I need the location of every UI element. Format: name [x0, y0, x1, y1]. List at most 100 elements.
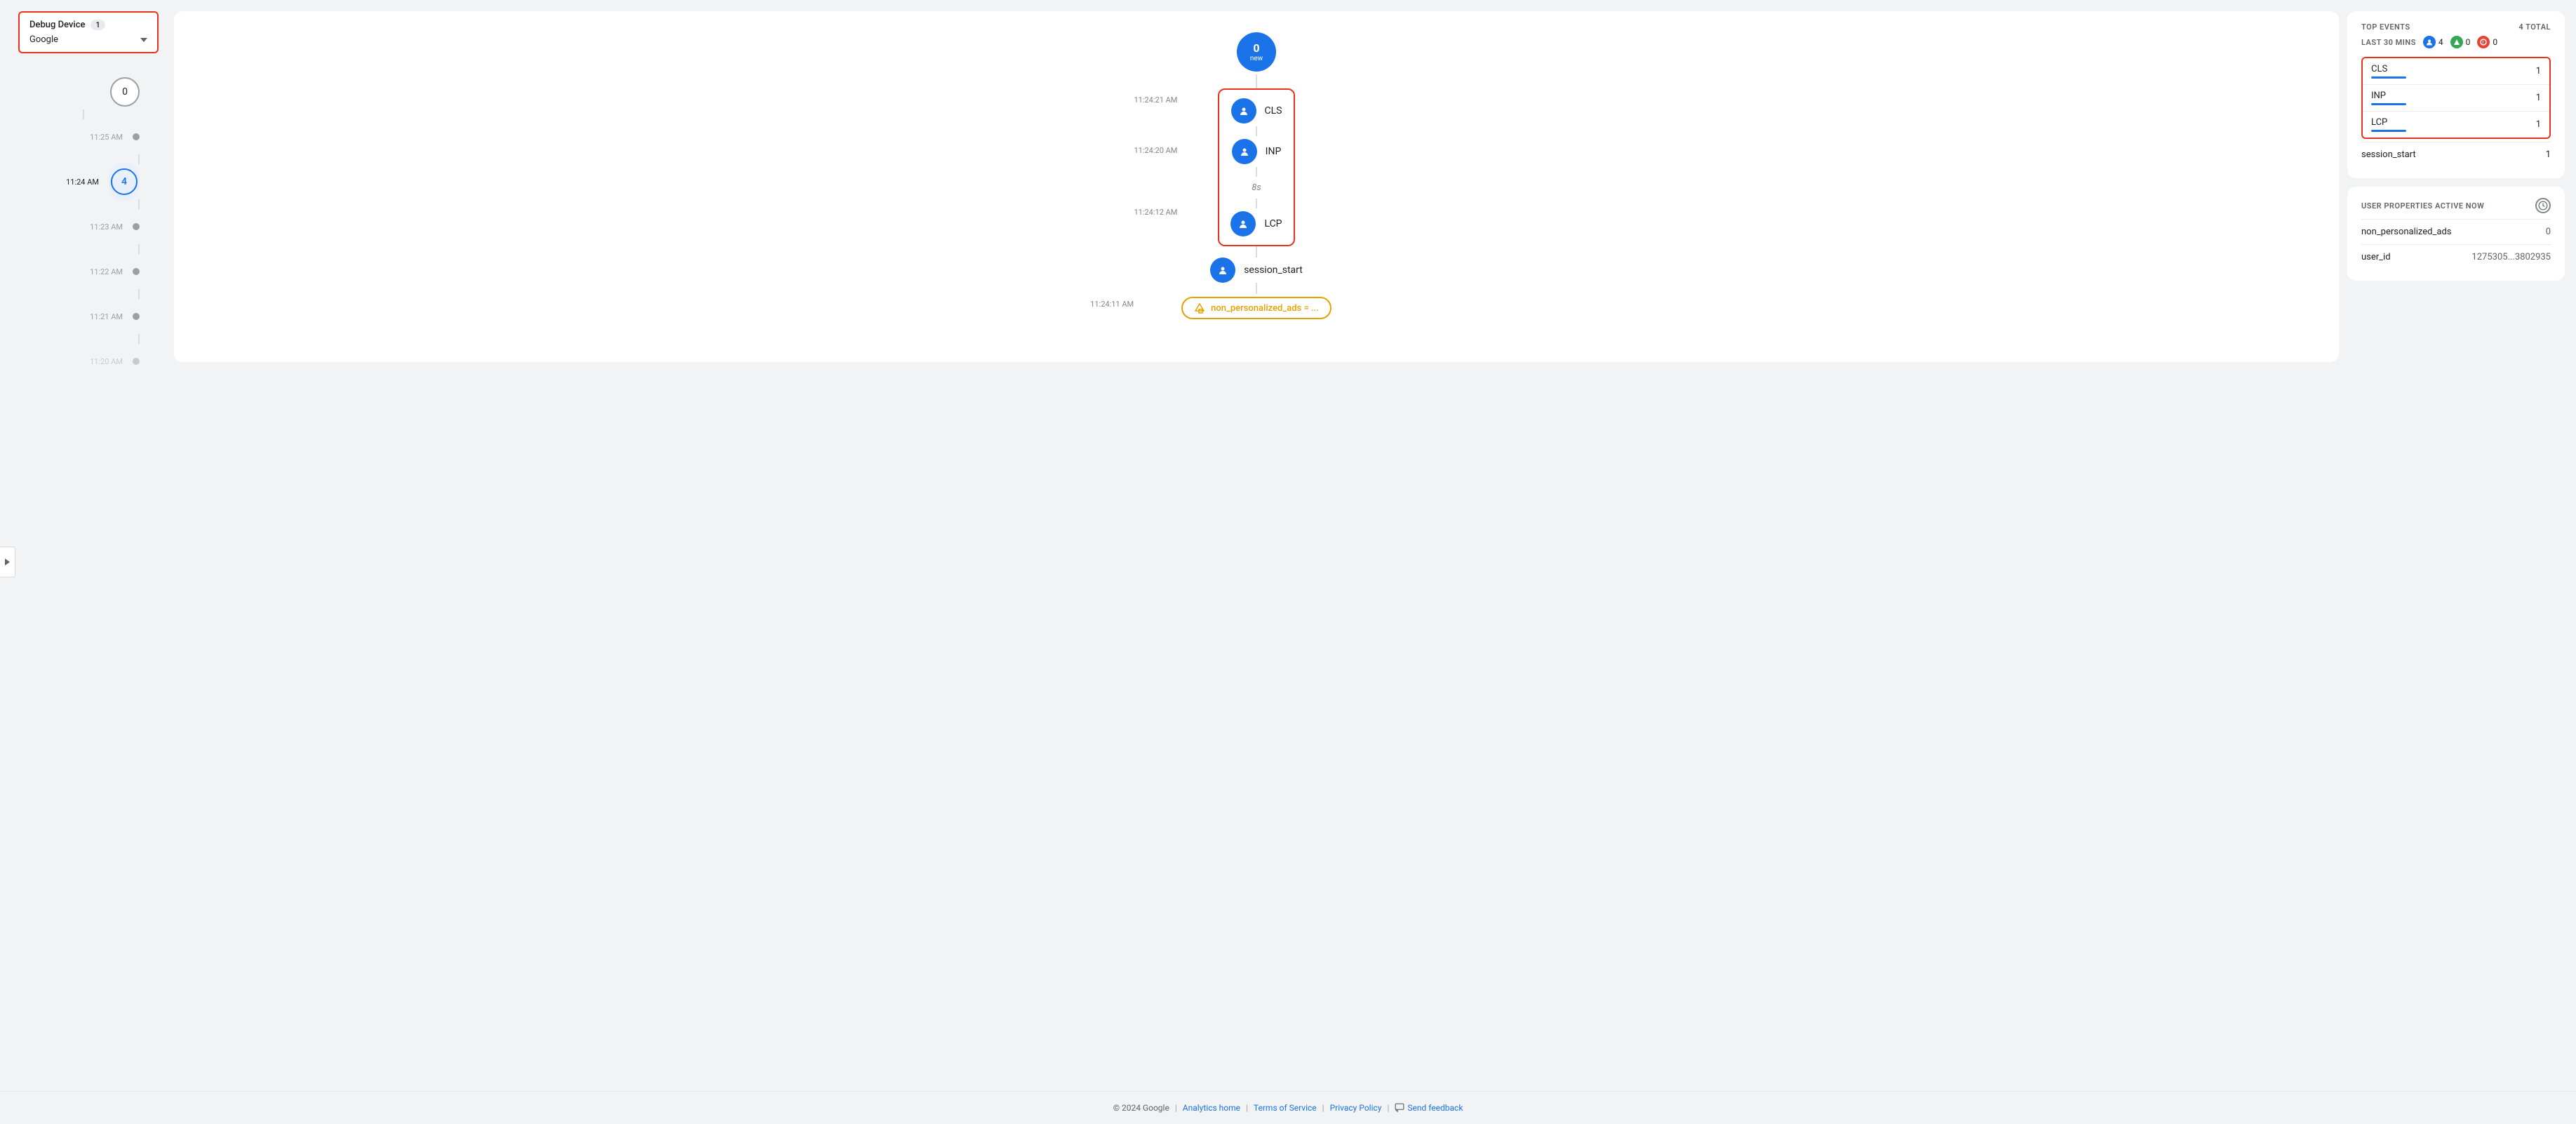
- lcp-name: LCP: [2371, 117, 2406, 128]
- chevron-down-icon: [140, 38, 147, 42]
- flow-connector-2: [1256, 246, 1257, 257]
- inp-count: 1: [2536, 93, 2541, 103]
- user-props-list: non_personalized_ads 0 user_id 1275305..…: [2361, 219, 2551, 269]
- user-prop-time: 11:24:11 AM: [1090, 300, 1134, 309]
- session-count: 1: [2546, 149, 2551, 160]
- timeline-time-1125: 11:25 AM: [77, 133, 123, 142]
- lcp-bar: [2371, 130, 2406, 132]
- user-property-label: non_personalized_ads = ...: [1211, 303, 1319, 314]
- timeline-row-1124: 11:24 AM 4: [53, 164, 140, 199]
- event-node-inp[interactable]: INP: [1232, 139, 1282, 164]
- event-time-2: 11:24:20 AM: [1134, 146, 1177, 155]
- timeline-connector-5: [138, 289, 140, 299]
- timeline-dot-1120: [133, 358, 140, 365]
- user-property-pill[interactable]: non_personalized_ads = ...: [1181, 297, 1331, 319]
- status-count-orange: 0: [2493, 37, 2497, 47]
- timeline-connector-2: [138, 154, 140, 164]
- debug-device-label: Debug Device: [29, 20, 85, 30]
- feedback-section: Send feedback: [1395, 1103, 1463, 1113]
- chevron-right-icon: [5, 558, 10, 566]
- timeline-row-1122: 11:22 AM: [77, 254, 140, 289]
- session-label: session_start: [1244, 265, 1303, 276]
- timeline-time-1123: 11:23 AM: [77, 222, 123, 232]
- timeline-row-1123: 11:23 AM: [77, 209, 140, 244]
- footer: © 2024 Google | Analytics home | Terms o…: [0, 1091, 2576, 1124]
- cls-event-icon: [1231, 98, 1256, 123]
- status-count-green: 0: [2466, 37, 2471, 47]
- top-events-title: TOP EVENTS: [2361, 22, 2410, 32]
- timeline-row-1125: 11:25 AM: [77, 119, 140, 154]
- flow-connector-3: [1256, 283, 1257, 294]
- event-list-item-inp[interactable]: INP 1: [2363, 84, 2549, 111]
- status-dot-green: [2450, 36, 2463, 48]
- privacy-policy-link[interactable]: Privacy Policy: [1330, 1103, 1382, 1113]
- flow-inner-2: [1256, 167, 1257, 177]
- timeline-time-1120: 11:20 AM: [77, 357, 123, 366]
- debug-device-select[interactable]: Google: [29, 34, 147, 45]
- lcp-label: LCP: [1264, 218, 1282, 229]
- inp-bar: [2371, 103, 2406, 105]
- status-icon-green: 0: [2450, 36, 2471, 48]
- event-list-item-session[interactable]: session_start 1: [2361, 142, 2551, 167]
- footer-copyright: © 2024 Google: [1113, 1103, 1169, 1113]
- top-events-subheader: LAST 30 MINS 4 0 !: [2361, 36, 2551, 48]
- timeline-dot-1123: [133, 223, 140, 230]
- timeline-dot-1125: [133, 133, 140, 140]
- timeline-connector-3: [138, 199, 140, 209]
- cls-name: CLS: [2371, 64, 2406, 74]
- flow-connector-1: [1256, 74, 1257, 88]
- flow-inner-1: [1256, 126, 1257, 136]
- event-node-lcp[interactable]: LCP: [1230, 211, 1282, 236]
- history-icon[interactable]: [2535, 198, 2551, 213]
- user-prop-userid-value: 1275305...3802935: [2471, 252, 2551, 262]
- event-flow-top-bubble: 0 new: [1237, 32, 1276, 72]
- cls-bar: [2371, 76, 2406, 79]
- highlighted-events-box: CLS 11:24:20 AM: [1218, 88, 1294, 246]
- inp-row: INP: [2371, 91, 2406, 105]
- event-node-cls[interactable]: CLS: [1231, 98, 1282, 123]
- user-property-icon: [1194, 302, 1205, 314]
- inp-event-icon: [1232, 139, 1257, 164]
- status-icon-orange: ! 0: [2477, 36, 2497, 48]
- top-bubble-value: 0: [1253, 41, 1259, 55]
- footer-divider-1: |: [1175, 1103, 1177, 1113]
- timeline-connector: [83, 109, 84, 119]
- lcp-event-icon: [1230, 211, 1256, 236]
- user-prop-ads-name: non_personalized_ads: [2361, 227, 2451, 237]
- middle-panel: 0 new 11:24:21 AM: [174, 11, 2339, 362]
- sidebar-toggle-button[interactable]: [0, 547, 15, 577]
- analytics-home-link[interactable]: Analytics home: [1183, 1103, 1240, 1113]
- timeline-dot-1122: [133, 268, 140, 275]
- footer-divider-4: |: [1387, 1103, 1389, 1113]
- user-prop-row-userid: user_id 1275305...3802935: [2361, 244, 2551, 269]
- highlighted-events-group: CLS 1 INP 1 LCP: [2361, 57, 2551, 139]
- event-time-3: 11:24:12 AM: [1134, 208, 1177, 217]
- top-events-subtitle: LAST 30 MINS: [2361, 38, 2416, 47]
- debug-device-value: Google: [29, 34, 58, 45]
- timeline: 0 11:25 AM 11:24 AM 4: [37, 74, 140, 379]
- cls-label: CLS: [1265, 105, 1282, 116]
- user-properties-card: USER PROPERTIES ACTIVE NOW non_personali…: [2347, 187, 2565, 281]
- send-feedback-link[interactable]: Send feedback: [1407, 1103, 1463, 1113]
- feedback-icon: [1395, 1103, 1404, 1113]
- session-name: session_start: [2361, 149, 2416, 160]
- timeline-connector-4: [138, 244, 140, 254]
- lcp-count: 1: [2536, 119, 2541, 130]
- user-prop-userid-name: user_id: [2361, 252, 2391, 262]
- timeline-dot-1124-active[interactable]: 4: [111, 168, 137, 195]
- timeline-row-1120: 11:20 AM: [77, 344, 140, 379]
- cls-count: 1: [2536, 66, 2541, 76]
- event-node-session[interactable]: session_start: [1210, 257, 1303, 283]
- timeline-row-top: 0: [55, 74, 140, 109]
- timeline-row-1121: 11:21 AM: [77, 299, 140, 334]
- session-event-icon: [1210, 257, 1235, 283]
- timeline-time-1122: 11:22 AM: [77, 267, 123, 276]
- inp-name: INP: [2371, 91, 2406, 101]
- terms-of-service-link[interactable]: Terms of Service: [1254, 1103, 1317, 1113]
- event-list-item-lcp[interactable]: LCP 1: [2363, 111, 2549, 138]
- event-list-item-cls[interactable]: CLS 1: [2363, 58, 2549, 84]
- status-dot-orange: !: [2477, 36, 2490, 48]
- user-props-header: USER PROPERTIES ACTIVE NOW: [2361, 198, 2551, 213]
- timeline-time-1124: 11:24 AM: [53, 178, 99, 187]
- lcp-row: LCP: [2371, 117, 2406, 132]
